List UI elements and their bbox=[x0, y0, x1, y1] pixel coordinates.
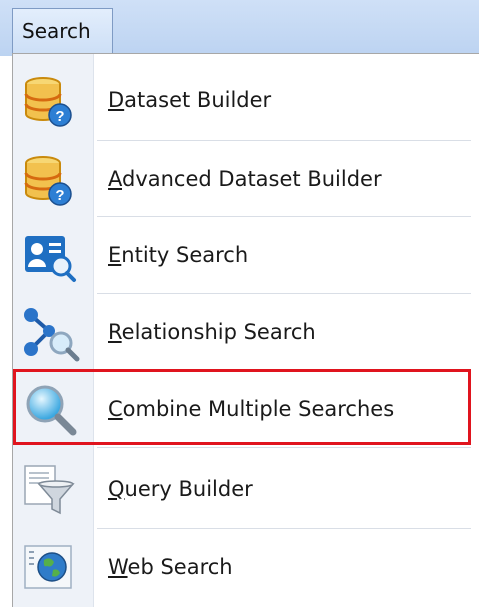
menu-item-advanced-dataset-builder[interactable]: ? Advanced Dataset Builder bbox=[13, 140, 479, 218]
menu-item-label: Entity Search bbox=[108, 243, 249, 267]
search-menu-title[interactable]: Search bbox=[12, 8, 113, 53]
database-question-icon: ? bbox=[17, 71, 85, 131]
menu-bar: Search bbox=[0, 0, 479, 56]
menu-item-dataset-builder[interactable]: ? Dataset Builder bbox=[13, 61, 479, 139]
menu-item-label: Relationship Search bbox=[108, 320, 316, 344]
menu-item-entity-search[interactable]: Entity Search bbox=[13, 216, 479, 294]
relationship-search-icon bbox=[17, 303, 85, 363]
svg-text:?: ? bbox=[55, 108, 64, 125]
entity-search-icon bbox=[17, 226, 85, 286]
globe-page-icon bbox=[17, 538, 85, 598]
menu-item-label: Advanced Dataset Builder bbox=[108, 167, 382, 191]
svg-text:?: ? bbox=[55, 187, 64, 204]
menu-item-label: Web Search bbox=[108, 555, 233, 579]
highlight-box bbox=[13, 369, 471, 445]
menu-item-web-search[interactable]: Web Search bbox=[13, 528, 479, 606]
menu-item-label: Query Builder bbox=[108, 477, 253, 501]
funnel-document-icon bbox=[17, 460, 85, 520]
menu-item-label: Dataset Builder bbox=[108, 88, 272, 112]
database-question-icon: ? bbox=[17, 150, 85, 210]
menu-item-relationship-search[interactable]: Relationship Search bbox=[13, 293, 479, 371]
separator bbox=[97, 447, 471, 448]
search-dropdown-menu: ? Dataset Builder ? Advanced Dataset Bui… bbox=[12, 53, 479, 607]
menu-item-query-builder[interactable]: Query Builder bbox=[13, 450, 479, 528]
